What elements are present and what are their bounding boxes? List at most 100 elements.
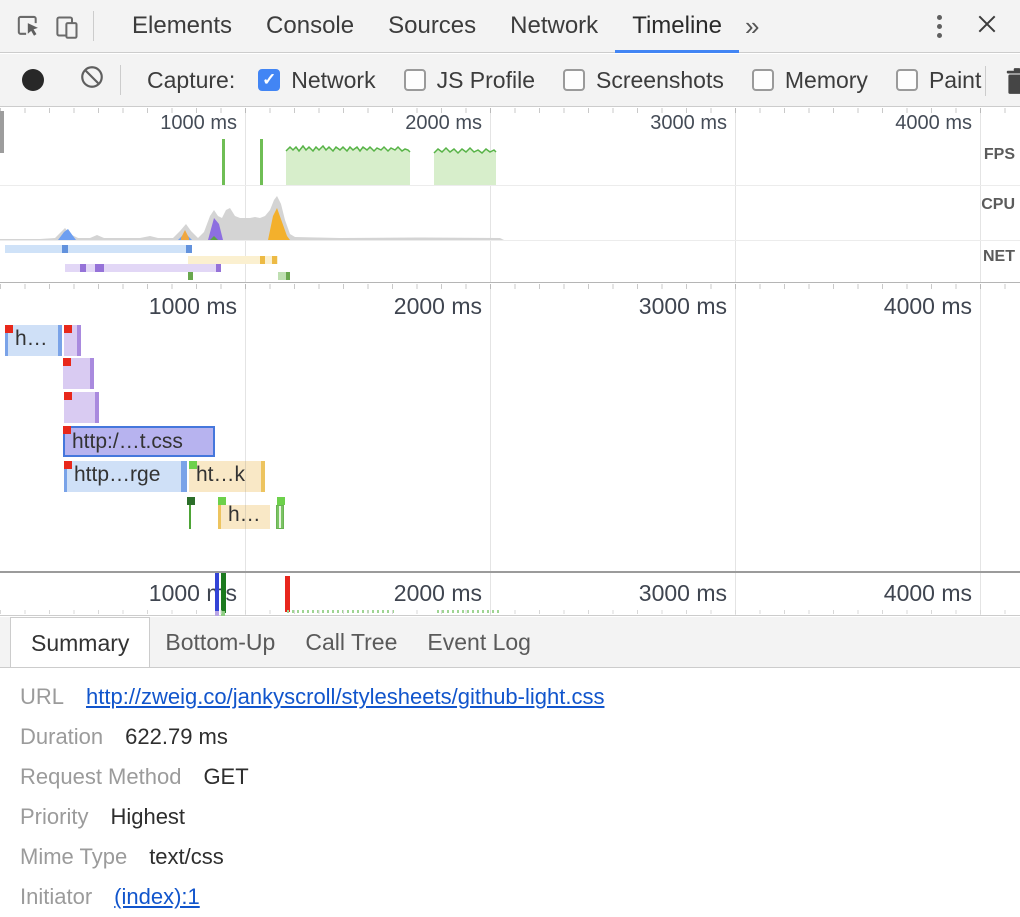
- devtools-header: ElementsConsoleSourcesNetworkTimeline »: [0, 0, 1020, 53]
- paint-tick: [189, 505, 191, 529]
- devtools-window: { "header": { "tabs": [ {"label": "Eleme…: [0, 0, 1020, 916]
- gridline: [735, 573, 736, 615]
- flame-time-label: 1000 ms: [149, 293, 237, 320]
- network-request-bar[interactable]: ht…k: [189, 461, 265, 492]
- tab-sources[interactable]: Sources: [371, 0, 493, 53]
- capture-option-memory[interactable]: Memory: [752, 67, 868, 94]
- bar-receiving-segment: [58, 325, 62, 356]
- summary-value-initiator[interactable]: (index):1: [114, 884, 200, 910]
- checkbox-screenshots[interactable]: [563, 69, 585, 91]
- net-request-bar: [186, 245, 192, 253]
- more-tabs-chevron-icon[interactable]: »: [745, 1, 759, 51]
- network-request-bar[interactable]: h…: [5, 325, 62, 356]
- checkbox-label-memory: Memory: [785, 67, 868, 94]
- capture-option-network[interactable]: ✓Network: [258, 67, 375, 94]
- net-request-bar: [272, 256, 277, 264]
- checkbox-label-screenshots: Screenshots: [596, 67, 724, 94]
- tab-console[interactable]: Console: [249, 0, 371, 53]
- timeline-event-line: [221, 573, 226, 613]
- timeline-flame-chart[interactable]: 1000 ms2000 ms3000 ms4000 ms h…http:/…t.…: [0, 284, 1020, 571]
- net-chart: [0, 241, 1020, 283]
- summary-row-priority: Priority Highest: [0, 797, 1020, 837]
- network-request-bar[interactable]: http:/…t.css: [63, 426, 215, 457]
- event-marker: [187, 497, 195, 505]
- detail-tab-summary[interactable]: Summary: [10, 617, 150, 667]
- tab-elements[interactable]: Elements: [115, 0, 249, 53]
- capture-checkboxes: ✓Network JS Profile Screenshots Memory Paint: [235, 67, 981, 94]
- timeline-bottom-ruler[interactable]: 1000 ms2000 ms3000 ms4000 ms: [0, 571, 1020, 616]
- event-marker: [63, 358, 71, 366]
- record-button[interactable]: [22, 69, 44, 91]
- network-request-bar[interactable]: h…: [218, 505, 270, 529]
- flame-ruler-ticks: [0, 284, 1020, 289]
- toolbar-separator-right: [985, 66, 986, 96]
- checkbox-paint[interactable]: [896, 69, 918, 91]
- gridline: [980, 284, 981, 571]
- lane-label-net: NET: [983, 248, 1015, 266]
- capture-label: Capture:: [147, 67, 235, 94]
- net-request-bar: [62, 245, 68, 253]
- event-marker: [63, 426, 71, 434]
- capture-option-screenshots[interactable]: Screenshots: [563, 67, 724, 94]
- checkbox-label-paint: Paint: [929, 67, 981, 94]
- gridline: [490, 284, 491, 571]
- capture-option-js-profile[interactable]: JS Profile: [404, 67, 535, 94]
- toolbar-separator: [120, 65, 121, 95]
- checkbox-memory[interactable]: [752, 69, 774, 91]
- overview-time-label: 2000 ms: [405, 112, 482, 135]
- bottom-time-label: 2000 ms: [394, 580, 482, 607]
- net-request-bar: [278, 272, 286, 280]
- summary-pane: URL http://zweig.co/jankyscroll/styleshee…: [0, 669, 1020, 916]
- summary-row-mime-type: Mime Typetext/css: [0, 837, 1020, 877]
- lane-label-cpu: CPU: [981, 196, 1015, 214]
- flame-time-label: 4000 ms: [884, 293, 972, 320]
- net-request-bar: [286, 272, 290, 280]
- striped-activity-bar: [276, 505, 284, 529]
- gridline: [245, 284, 246, 571]
- header-separator: [93, 11, 94, 41]
- close-icon[interactable]: [966, 13, 1020, 40]
- summary-value-url[interactable]: http://zweig.co/jankyscroll/stylesheets/…: [86, 684, 604, 710]
- summary-label-url: URL: [20, 684, 64, 710]
- summary-value-request-method: GET: [203, 764, 248, 790]
- summary-label-initiator: Initiator: [20, 884, 92, 910]
- timeline-toolbar: Capture: ✓Network JS Profile Screenshots Me…: [0, 54, 1020, 107]
- menu-dots-icon[interactable]: [913, 15, 966, 38]
- summary-label-duration: Duration: [20, 724, 103, 750]
- devtools-tabs: ElementsConsoleSourcesNetworkTimeline: [115, 0, 739, 53]
- detail-tabs: SummaryBottom-UpCall TreeEvent Log: [0, 617, 1020, 668]
- summary-value-priority: Highest: [110, 804, 185, 830]
- checkbox-network[interactable]: ✓: [258, 69, 280, 91]
- cpu-chart: [0, 186, 1020, 240]
- network-request-bar[interactable]: http…rge: [64, 461, 187, 492]
- inspect-element-icon[interactable]: [14, 9, 44, 43]
- bottom-time-label: 4000 ms: [884, 580, 972, 607]
- fps-chart: [0, 135, 1020, 185]
- gridline: [490, 573, 491, 615]
- timeline-overview[interactable]: 1000 ms2000 ms3000 ms4000 ms FPSCPUNET: [0, 108, 1020, 283]
- flame-time-label: 2000 ms: [394, 293, 482, 320]
- bottom-time-label: 3000 ms: [639, 580, 727, 607]
- tab-timeline[interactable]: Timeline: [615, 0, 739, 53]
- event-marker: [277, 497, 285, 505]
- net-request-bar: [188, 272, 193, 280]
- garbage-collect-icon[interactable]: [1004, 67, 1020, 101]
- detail-tab-call-tree[interactable]: Call Tree: [290, 617, 412, 667]
- capture-option-paint[interactable]: Paint: [896, 67, 981, 94]
- device-toolbar-icon[interactable]: [52, 9, 82, 43]
- summary-label-priority: Priority: [20, 804, 88, 830]
- lane-label-fps: FPS: [984, 146, 1015, 164]
- timeline-event-line: [285, 576, 290, 612]
- event-marker: [5, 325, 13, 333]
- overview-ruler-ticks: [0, 108, 1020, 113]
- bottom-ruler-ticks: [0, 610, 1020, 614]
- event-marker: [64, 392, 72, 400]
- checkbox-js-profile[interactable]: [404, 69, 426, 91]
- detail-tab-bottom-up[interactable]: Bottom-Up: [150, 617, 290, 667]
- header-actions: [913, 0, 1020, 53]
- tab-network[interactable]: Network: [493, 0, 615, 53]
- timeline-event-line: [215, 573, 219, 613]
- overview-time-label: 3000 ms: [650, 112, 727, 135]
- detail-tab-event-log[interactable]: Event Log: [412, 617, 546, 667]
- clear-button[interactable]: [79, 64, 105, 96]
